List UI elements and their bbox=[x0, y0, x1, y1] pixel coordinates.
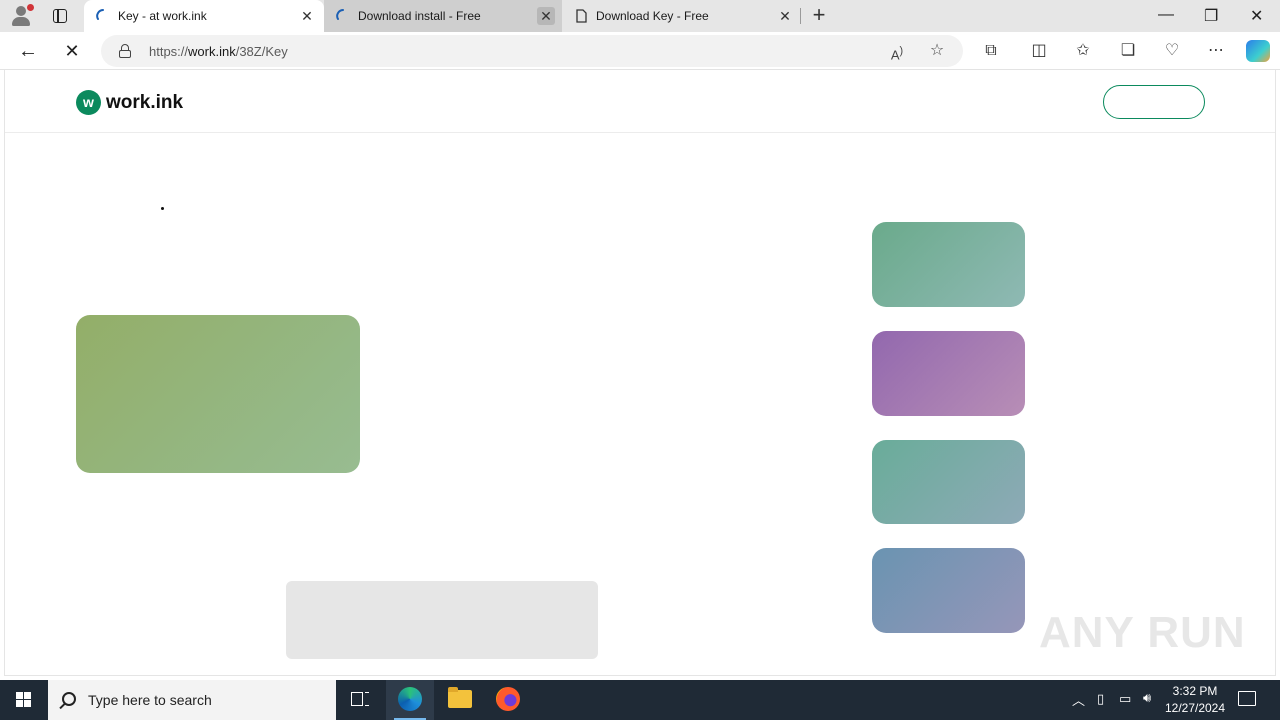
more-options-icon[interactable]: ⋯ bbox=[1205, 40, 1227, 62]
close-window-icon[interactable]: ✕ bbox=[1250, 6, 1263, 26]
new-tab-button[interactable]: + bbox=[808, 4, 830, 26]
site-header: w work.ink bbox=[5, 70, 1275, 133]
close-tab-icon[interactable]: ✕ bbox=[298, 7, 316, 25]
favorites-icon[interactable]: ✩ bbox=[1072, 40, 1094, 62]
watermark: ANY RUN bbox=[1039, 608, 1246, 657]
side-card-4[interactable] bbox=[872, 548, 1025, 633]
firefox-icon[interactable] bbox=[484, 680, 532, 720]
tab-download-key[interactable]: Download Key - Free ✕ bbox=[562, 0, 800, 32]
close-tab-icon[interactable]: ✕ bbox=[537, 7, 555, 25]
logo-mark-icon: w bbox=[76, 90, 101, 115]
collections-icon[interactable]: ❏ bbox=[1117, 40, 1139, 62]
url-bar[interactable]: https://work.ink/38Z/Key A) ☆ bbox=[101, 35, 963, 67]
notifications-icon[interactable] bbox=[1238, 691, 1256, 706]
tab-actions-icon[interactable] bbox=[50, 6, 70, 26]
close-tab-icon[interactable]: ✕ bbox=[776, 7, 794, 25]
search-placeholder: Type here to search bbox=[88, 692, 212, 708]
tab-title: Download Key - Free bbox=[596, 9, 709, 23]
tab-strip: Key - at work.ink ✕ Download install - F… bbox=[0, 0, 1280, 32]
browser-essentials-icon[interactable]: ♡ bbox=[1161, 40, 1183, 62]
taskbar-search-box[interactable]: Type here to search bbox=[48, 680, 336, 720]
back-icon[interactable]: ← bbox=[17, 40, 39, 62]
copilot-icon[interactable] bbox=[1246, 40, 1270, 62]
stop-loading-icon[interactable]: ✕ bbox=[61, 40, 83, 62]
tab-separator bbox=[800, 8, 801, 24]
tab-title: Key - at work.ink bbox=[118, 9, 207, 23]
side-card-1[interactable] bbox=[872, 222, 1025, 307]
content-placeholder bbox=[286, 581, 598, 659]
tab-download-install[interactable]: Download install - Free ✕ bbox=[324, 0, 562, 32]
clock-time: 3:32 PM bbox=[1172, 684, 1218, 698]
show-hidden-icons-chevron-icon[interactable]: ︿ bbox=[1072, 690, 1085, 709]
page-icon bbox=[576, 9, 587, 23]
read-aloud-icon[interactable]: A) bbox=[887, 41, 907, 62]
web-page: w work.ink ANY RUN bbox=[4, 70, 1276, 676]
task-view-icon[interactable] bbox=[336, 680, 384, 720]
volume-icon[interactable]: 🔊︎ bbox=[1143, 690, 1151, 706]
tab-title: Download install - Free bbox=[358, 9, 481, 23]
header-button[interactable] bbox=[1103, 85, 1205, 119]
clock[interactable]: 3:32 PM 12/27/2024 bbox=[1160, 683, 1230, 717]
taskbar: Type here to search ︿ ▯ ▭ 🔊︎ 3:32 PM 12/… bbox=[0, 680, 1280, 720]
minimize-icon[interactable]: — bbox=[1158, 6, 1174, 24]
tab-key-workink[interactable]: Key - at work.ink ✕ bbox=[84, 0, 324, 32]
main-card-placeholder bbox=[76, 315, 360, 473]
split-screen-icon[interactable]: ◫ bbox=[1028, 40, 1050, 62]
loading-dot bbox=[161, 207, 164, 210]
address-toolbar: ← ✕ https://work.ink/38Z/Key A) ☆ ⧉ ◫ ✩ … bbox=[0, 32, 1280, 70]
url-text[interactable]: https://work.ink/38Z/Key bbox=[149, 44, 288, 59]
logo-name: work.ink bbox=[106, 92, 184, 113]
device-icon[interactable]: ▯ bbox=[1097, 691, 1104, 707]
network-icon[interactable]: ▭ bbox=[1119, 691, 1131, 707]
loading-icon bbox=[96, 9, 104, 20]
restore-icon[interactable]: ❐ bbox=[1204, 6, 1218, 26]
loading-icon bbox=[336, 9, 344, 20]
side-card-2[interactable] bbox=[872, 331, 1025, 416]
windows-start-icon[interactable] bbox=[0, 680, 48, 720]
side-card-3[interactable] bbox=[872, 440, 1025, 524]
clock-date: 12/27/2024 bbox=[1164, 701, 1226, 715]
file-explorer-icon[interactable] bbox=[436, 680, 484, 720]
edge-taskbar-icon[interactable] bbox=[386, 680, 434, 720]
lock-icon[interactable] bbox=[119, 44, 131, 58]
profile-icon[interactable] bbox=[8, 4, 34, 28]
favorite-star-icon[interactable]: ☆ bbox=[927, 41, 947, 61]
extensions-icon[interactable]: ⧉ bbox=[980, 40, 1002, 62]
